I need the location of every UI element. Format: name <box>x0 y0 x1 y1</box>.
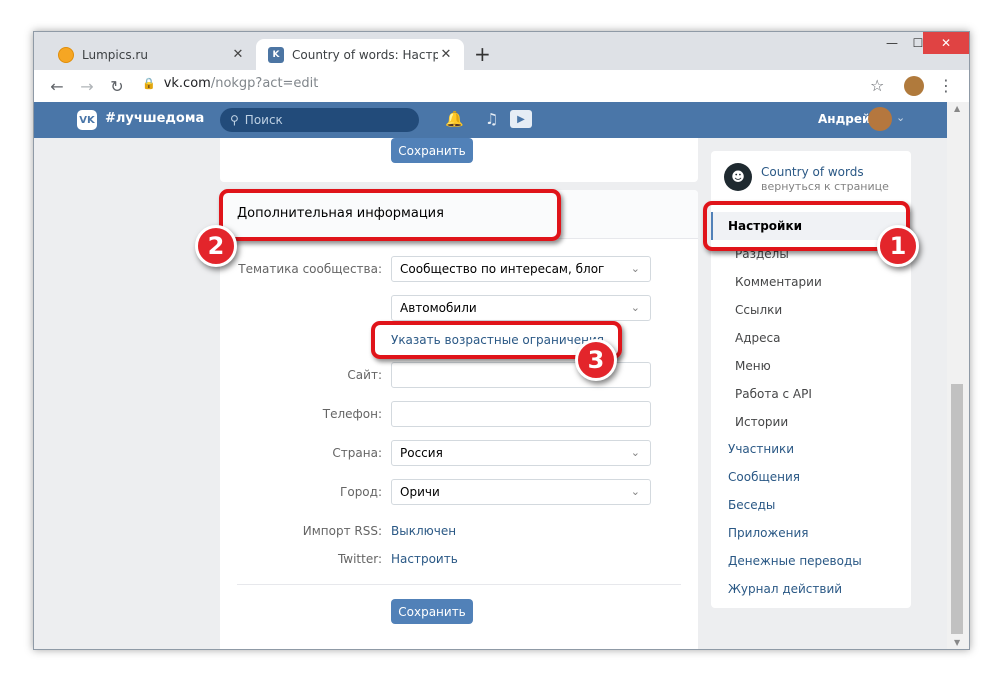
tab-title: Country of words: Настройки <box>292 47 438 62</box>
subtopic-value: Автомобили <box>400 301 477 315</box>
city-value: Оричи <box>400 485 440 499</box>
annotation-badge-2: 2 <box>195 225 237 267</box>
vk-page: VK #лучшедома ⚲ Поиск 🔔 ♫ ▶ Андрей ⌄ Сох… <box>34 102 969 649</box>
reload-icon[interactable]: ↻ <box>106 75 128 97</box>
twitter-setup-link[interactable]: Настроить <box>391 552 458 566</box>
profile-avatar-icon[interactable] <box>904 76 924 96</box>
additional-info-card: Дополнительная информация Тематика сообщ… <box>220 190 698 649</box>
group-avatar[interactable]: ☻ <box>724 163 752 191</box>
tab-close-icon[interactable]: ✕ <box>438 47 454 62</box>
sidebar-item[interactable]: Денежные переводы <box>711 547 911 575</box>
back-to-page-link[interactable]: вернуться к странице <box>761 180 889 193</box>
save-button[interactable]: Сохранить <box>391 138 473 163</box>
forward-arrow-icon[interactable]: → <box>76 75 98 97</box>
phone-label: Телефон: <box>322 407 382 421</box>
sidebar-item[interactable]: Участники <box>711 435 911 463</box>
minimize-button[interactable]: — <box>879 32 905 54</box>
video-icon[interactable]: ▶ <box>510 110 532 128</box>
url-host: vk.com <box>163 76 211 91</box>
country-value: Россия <box>400 446 443 460</box>
annotation-badge-1: 1 <box>877 225 919 267</box>
page-scrollbar[interactable]: ▲ ▼ <box>947 102 969 649</box>
user-name[interactable]: Андрей <box>818 112 870 126</box>
window-close-button[interactable]: ✕ <box>923 32 969 54</box>
scroll-thumb[interactable] <box>951 384 963 634</box>
divider <box>237 584 681 585</box>
sidebar-item[interactable]: Меню <box>711 352 911 380</box>
country-select[interactable]: Россия ⌄ <box>391 440 651 466</box>
group-name-link[interactable]: Country of words <box>761 165 864 179</box>
new-tab-button[interactable]: + <box>474 44 491 64</box>
user-avatar[interactable] <box>868 107 892 131</box>
url-path: /nokgp?act=edit <box>210 76 319 91</box>
sidebar-item[interactable]: Беседы <box>711 491 911 519</box>
sidebar-item[interactable]: Истории <box>711 408 911 436</box>
city-label: Город: <box>340 485 382 499</box>
sidebar-item[interactable]: Приложения <box>711 519 911 547</box>
tab-lumpics[interactable]: Lumpics.ru ✕ <box>46 39 256 70</box>
lumpics-favicon-icon <box>58 46 74 63</box>
phone-input[interactable] <box>391 401 651 427</box>
header-hashtag[interactable]: #лучшедома <box>105 111 204 126</box>
sidebar-item[interactable]: Сообщения <box>711 463 911 491</box>
vk-header: VK #лучшедома ⚲ Поиск 🔔 ♫ ▶ Андрей ⌄ <box>34 102 947 138</box>
city-select[interactable]: Оричи ⌄ <box>391 479 651 505</box>
lock-icon: 🔒 <box>142 77 156 90</box>
chevron-down-icon: ⌄ <box>630 446 640 459</box>
rss-label: Импорт RSS: <box>302 524 382 538</box>
bookmark-star-icon[interactable]: ☆ <box>870 76 884 95</box>
sidebar-item[interactable]: Работа с API <box>711 380 911 408</box>
chevron-down-icon: ⌄ <box>630 485 640 498</box>
tab-close-icon[interactable]: ✕ <box>230 47 246 62</box>
sidebar-item[interactable]: Комментарии <box>711 268 911 296</box>
chevron-down-icon: ⌄ <box>630 301 640 314</box>
tab-title: Lumpics.ru <box>82 47 148 62</box>
twitter-label: Twitter: <box>337 552 382 566</box>
chevron-down-icon: ⌄ <box>630 262 640 275</box>
rss-value-link[interactable]: Выключен <box>391 524 456 538</box>
chevron-down-icon[interactable]: ⌄ <box>896 111 905 124</box>
annotation-badge-3: 3 <box>575 339 617 381</box>
save-button[interactable]: Сохранить <box>391 599 473 624</box>
topic-select[interactable]: Сообщество по интересам, блог ⌄ <box>391 256 651 282</box>
topic-value: Сообщество по интересам, блог <box>400 262 605 276</box>
address-bar[interactable]: 🔒 vk.com/nokgp?act=edit <box>142 76 318 91</box>
sidebar-item[interactable]: Ссылки <box>711 296 911 324</box>
music-icon[interactable]: ♫ <box>485 110 498 128</box>
bell-icon[interactable]: 🔔 <box>445 110 464 128</box>
browser-toolbar: ← → ↻ 🔒 vk.com/nokgp?act=edit ☆ ⋮ <box>34 70 969 102</box>
site-label: Сайт: <box>347 368 382 382</box>
vk-favicon-icon: K <box>268 46 284 63</box>
back-arrow-icon[interactable]: ← <box>46 75 68 97</box>
country-label: Страна: <box>332 446 382 460</box>
tab-country-of-words[interactable]: K Country of words: Настройки ✕ <box>256 39 464 70</box>
highlight-frame-2 <box>219 189 561 241</box>
vk-logo-icon[interactable]: VK <box>77 110 97 130</box>
scroll-down-icon[interactable]: ▼ <box>954 638 960 647</box>
tab-strip: Lumpics.ru ✕ K Country of words: Настрой… <box>34 32 969 70</box>
search-placeholder: Поиск <box>244 113 283 127</box>
search-input[interactable]: ⚲ Поиск <box>220 108 419 132</box>
browser-menu-icon[interactable]: ⋮ <box>938 76 954 95</box>
scroll-up-icon[interactable]: ▲ <box>954 104 960 113</box>
sidebar-item[interactable]: Адреса <box>711 324 911 352</box>
subtopic-select[interactable]: Автомобили ⌄ <box>391 295 651 321</box>
sidebar-item[interactable]: Журнал действий <box>711 575 911 603</box>
search-icon: ⚲ <box>230 113 239 127</box>
previous-section-card: Сохранить <box>220 138 698 182</box>
topic-label: Тематика сообщества: <box>238 262 382 276</box>
